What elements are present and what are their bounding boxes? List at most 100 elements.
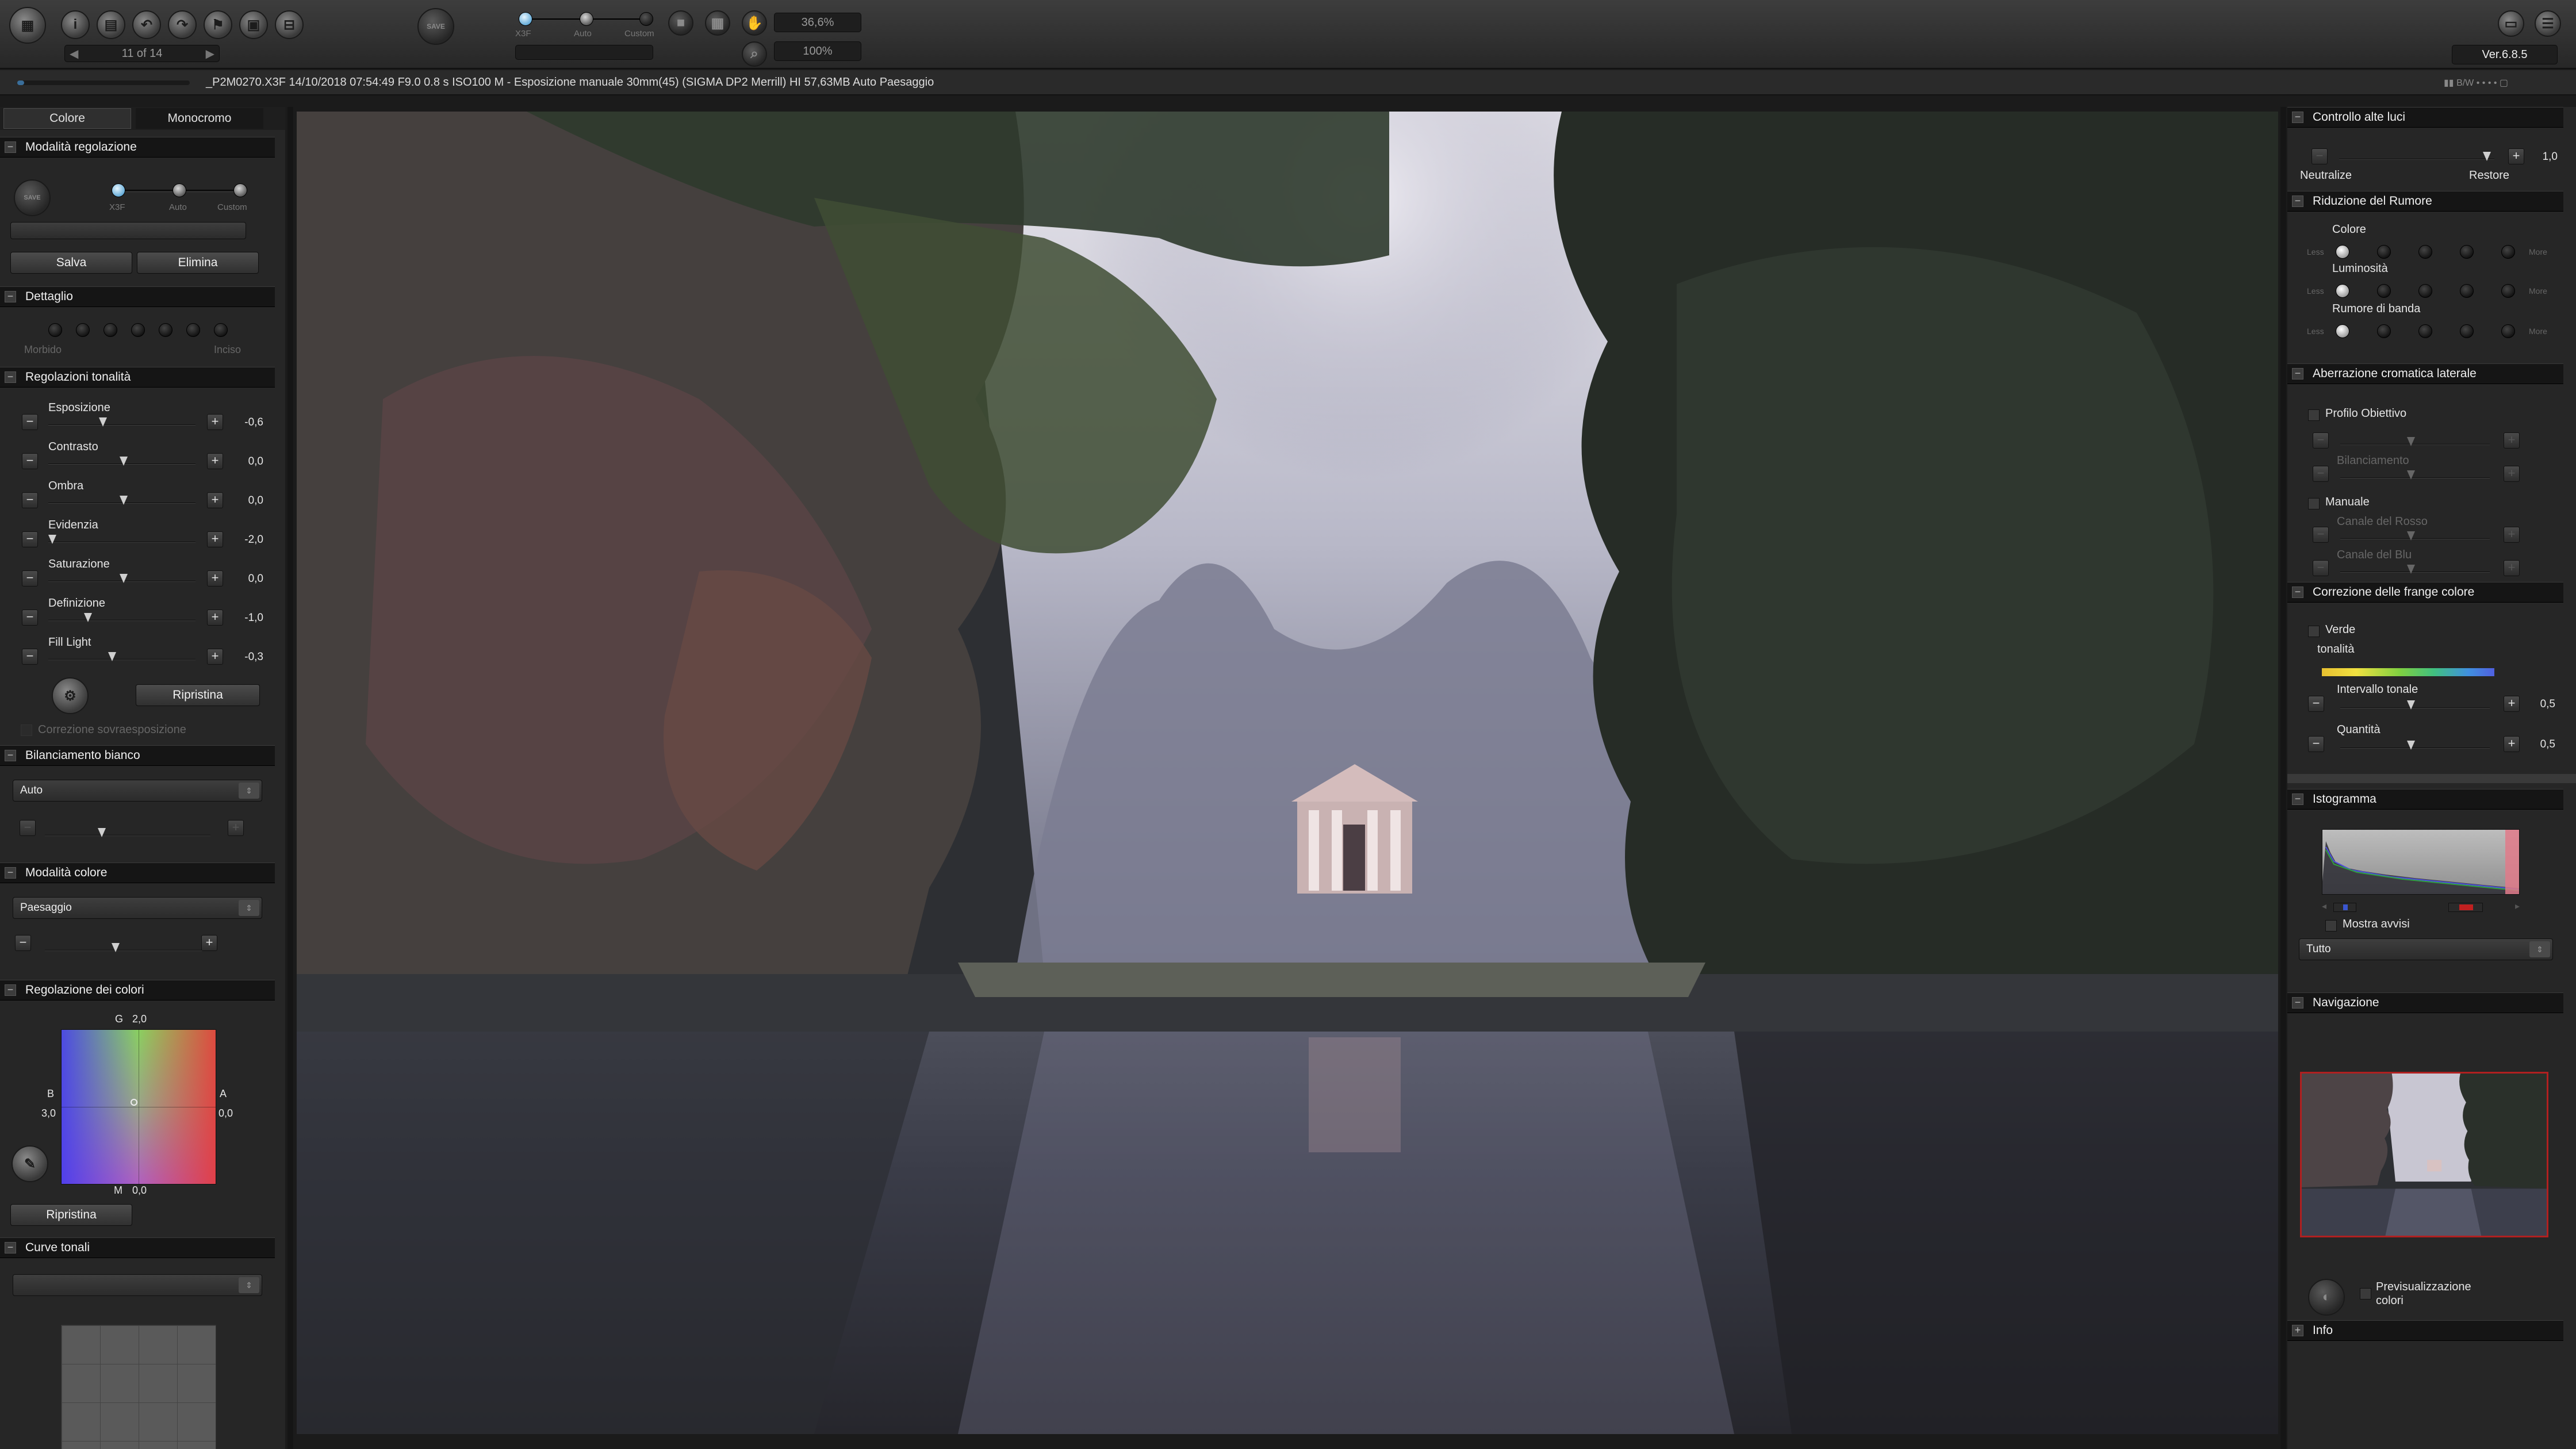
increase-button[interactable]: +	[207, 610, 223, 626]
decrease-button[interactable]: −	[22, 453, 38, 469]
balance-slider-handle[interactable]	[2407, 470, 2415, 480]
left-divider[interactable]	[288, 107, 293, 1449]
collapse-icon[interactable]: −	[2292, 195, 2303, 207]
tone-slider-handle[interactable]	[48, 535, 56, 544]
collapse-icon[interactable]: −	[5, 141, 16, 153]
tone-slider-handle[interactable]	[120, 574, 128, 583]
collapse-icon[interactable]: −	[5, 984, 16, 996]
range-right-arrow-icon[interactable]: ▸	[2515, 900, 2520, 912]
amount-decrease-button[interactable]: −	[2308, 736, 2324, 752]
zoom-100-field[interactable]: 100%	[774, 41, 861, 61]
white-point-field[interactable]	[2448, 903, 2483, 912]
amount-slider[interactable]	[2340, 747, 2490, 749]
noise-step[interactable]	[2377, 324, 2391, 338]
color-preview-checkbox[interactable]	[2360, 1288, 2371, 1300]
tone-slider[interactable]	[48, 424, 195, 425]
adjust-mode-knob-custom[interactable]	[233, 183, 247, 197]
tone-curve-graph[interactable]	[61, 1325, 216, 1449]
section-frange-colore[interactable]: − Correzione delle frange colore	[2287, 582, 2563, 603]
wb-slider[interactable]	[45, 835, 210, 836]
color-mode-slider-handle[interactable]	[112, 943, 120, 952]
decrease-button[interactable]: −	[22, 414, 38, 430]
bw-label[interactable]: ▮▮ B/W • • • • ▢	[2444, 77, 2508, 89]
decrease-button[interactable]: −	[22, 610, 38, 626]
preset-field[interactable]	[10, 222, 246, 239]
color-adjust-grid[interactable]	[61, 1029, 216, 1184]
decrease-button[interactable]: −	[22, 531, 38, 547]
tonal-range-slider[interactable]	[2340, 707, 2490, 708]
eyedropper-icon[interactable]: ✎	[12, 1145, 48, 1182]
range-left-arrow-icon[interactable]: ◂	[2322, 900, 2326, 912]
delete-button[interactable]: Elimina	[137, 252, 259, 274]
tone-slider-handle[interactable]	[120, 496, 128, 505]
zoom-icon[interactable]: ⌕	[742, 41, 767, 67]
collapse-icon[interactable]: −	[5, 371, 16, 383]
detail-step[interactable]	[159, 323, 172, 337]
color-reset-button[interactable]: Ripristina	[10, 1204, 132, 1226]
info-icon[interactable]: i	[61, 10, 90, 39]
section-curve-tonali[interactable]: − Curve tonali	[0, 1237, 275, 1258]
overexposure-checkbox[interactable]	[21, 724, 32, 736]
black-point-field[interactable]	[2333, 903, 2356, 912]
histogram-range-controls[interactable]: ◂ ▸	[2322, 900, 2520, 914]
noise-luminosita-slider[interactable]	[2336, 284, 2515, 298]
navigator-thumbnail[interactable]	[2300, 1072, 2548, 1237]
color-mode-increase-button[interactable]: +	[201, 935, 217, 951]
hue-range-bar[interactable]	[2322, 668, 2494, 676]
red-increase-button[interactable]: +	[2504, 527, 2520, 543]
blue-increase-button[interactable]: +	[2504, 560, 2520, 576]
curve-preset-select[interactable]: ⇕	[13, 1274, 262, 1296]
noise-step[interactable]	[2418, 245, 2432, 259]
tab-colore[interactable]: Colore	[3, 108, 131, 129]
decrease-button[interactable]: −	[22, 492, 38, 508]
right-divider[interactable]	[2280, 107, 2286, 1449]
section-controllo-alte-luci[interactable]: − Controllo alte luci	[2287, 107, 2563, 128]
green-fringe-checkbox[interactable]	[2308, 626, 2320, 637]
increase-button[interactable]: +	[207, 570, 223, 586]
preview-toggle-icon[interactable]: ◐	[2308, 1279, 2345, 1316]
highlight-decrease-button[interactable]: −	[2312, 148, 2328, 164]
noise-step[interactable]	[2336, 245, 2349, 259]
flag-icon[interactable]: ⚑	[204, 10, 232, 39]
next-image-button[interactable]: ▶	[206, 47, 214, 61]
wb-increase-button[interactable]: +	[228, 820, 244, 836]
section-navigazione[interactable]: − Navigazione	[2287, 992, 2563, 1013]
print-icon[interactable]: ▤	[97, 10, 125, 39]
section-regolazione-colori[interactable]: − Regolazione dei colori	[0, 980, 275, 1000]
noise-step[interactable]	[2377, 245, 2391, 259]
delete-icon[interactable]: ▣	[239, 10, 268, 39]
detail-step[interactable]	[214, 323, 228, 337]
collapse-icon[interactable]: −	[2292, 586, 2303, 598]
section-aberrazione-cromatica[interactable]: − Aberrazione cromatica laterale	[2287, 363, 2563, 384]
aberration-slider-handle[interactable]	[2407, 437, 2415, 446]
blue-channel-slider[interactable]	[2340, 572, 2490, 573]
decrease-button[interactable]: −	[22, 570, 38, 586]
noise-colore-slider[interactable]	[2336, 245, 2515, 259]
tone-slider-handle[interactable]	[108, 652, 116, 661]
app-logo-icon[interactable]: ▦	[9, 7, 46, 44]
balance-decrease-button[interactable]: −	[2313, 466, 2329, 482]
balance-slider[interactable]	[2340, 477, 2490, 478]
white-balance-select[interactable]: Auto ⇕	[13, 780, 262, 802]
zoom-fit-field[interactable]: 36,6%	[774, 13, 861, 32]
prev-image-button[interactable]: ◀	[70, 47, 78, 61]
tonal-range-increase-button[interactable]: +	[2504, 696, 2520, 712]
section-info[interactable]: + Info	[2287, 1320, 2563, 1341]
collapse-icon[interactable]: −	[2292, 997, 2303, 1009]
mode-knob-custom[interactable]	[639, 12, 653, 26]
color-mode-decrease-button[interactable]: −	[15, 935, 31, 951]
tone-slider-handle[interactable]	[99, 417, 107, 427]
tone-slider[interactable]	[48, 659, 195, 660]
wb-slider-handle[interactable]	[98, 828, 106, 837]
detail-step[interactable]	[76, 323, 90, 337]
highlight-slider-handle[interactable]	[2483, 152, 2491, 161]
stop-icon[interactable]: ■	[668, 10, 693, 36]
aberration-decrease-button[interactable]: −	[2313, 432, 2329, 448]
noise-step[interactable]	[2418, 284, 2432, 298]
manual-checkbox[interactable]	[2308, 498, 2320, 509]
collapse-icon[interactable]: −	[5, 1242, 16, 1254]
detail-step[interactable]	[131, 323, 145, 337]
auto-tone-icon[interactable]: ⚙	[52, 677, 89, 714]
balance-increase-button[interactable]: +	[2504, 466, 2520, 482]
expand-icon[interactable]: +	[2292, 1325, 2303, 1336]
